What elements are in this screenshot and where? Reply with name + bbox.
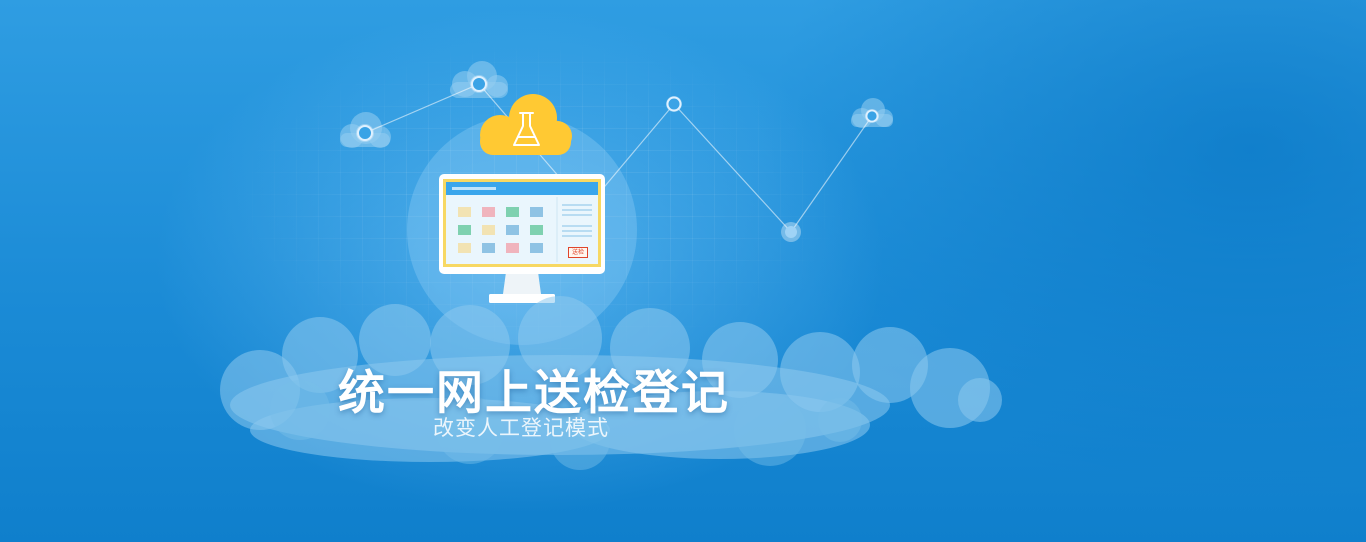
screen-tile — [506, 225, 519, 235]
trend-line-2 — [599, 103, 873, 233]
screen-tile — [458, 207, 471, 217]
screen-tile — [482, 225, 495, 235]
node-1 — [356, 124, 374, 142]
screen-tile — [506, 243, 519, 253]
node-5 — [865, 109, 879, 123]
screen-tile — [482, 207, 495, 217]
screen-tile — [506, 207, 519, 217]
node-2 — [470, 75, 488, 93]
hero-banner: 送检 统一网上送检登记 改变人工登记模式 — [0, 0, 1366, 542]
screen-tile — [482, 243, 495, 253]
illustration — [220, 61, 1002, 470]
screen-tile — [458, 243, 471, 253]
screen-header-text — [452, 187, 496, 190]
node-4 — [781, 222, 801, 242]
node-3 — [666, 96, 682, 112]
screen-tile — [458, 225, 471, 235]
screen-tile — [530, 243, 543, 253]
send-button: 送检 — [568, 247, 588, 258]
hero-subtitle: 改变人工登记模式 — [433, 416, 609, 440]
screen-tile — [530, 225, 543, 235]
screen-tile — [530, 207, 543, 217]
